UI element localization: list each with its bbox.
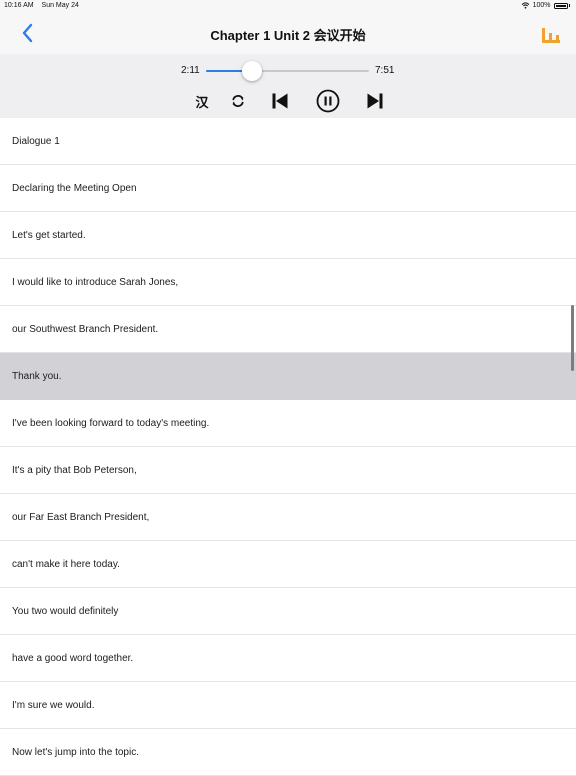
progress-slider[interactable] — [206, 61, 369, 81]
sentence-row[interactable]: can't make it here today. — [0, 541, 576, 588]
battery-percent: 100% — [532, 2, 551, 9]
sentence-row[interactable]: You two would definitely — [0, 588, 576, 635]
progress-thumb[interactable] — [241, 61, 262, 81]
sentence-text: I've been looking forward to today's mee… — [12, 418, 210, 429]
sentence-row[interactable]: Declaring the Meeting Open — [0, 165, 576, 212]
sentence-text: You two would definitely — [12, 606, 119, 617]
skip-next-icon — [367, 93, 383, 109]
navigation-bar: Chapter 1 Unit 2 会议开始 — [0, 12, 576, 54]
sentence-row[interactable]: Let's get started. — [0, 212, 576, 259]
current-time: 2:11 — [181, 65, 200, 76]
sentence-text: Declaring the Meeting Open — [12, 183, 137, 194]
repeat-icon — [232, 95, 244, 107]
sentence-row[interactable]: I would like to introduce Sarah Jones, — [0, 259, 576, 306]
sentence-text: Now let's jump into the topic. — [12, 747, 139, 758]
sentence-text: It's a pity that Bob Peterson, — [12, 465, 137, 476]
sentence-text: have a good word together. — [12, 653, 134, 664]
sentence-text: Thank you. — [12, 371, 62, 382]
sentence-row[interactable]: our Southwest Branch President. — [0, 306, 576, 353]
audio-player: 2:11 7:51 汉 — [0, 54, 576, 118]
chinese-toggle-button[interactable]: 汉 — [193, 90, 211, 112]
pause-button[interactable] — [316, 89, 340, 113]
sentence-row[interactable]: have a good word together. — [0, 635, 576, 682]
sentence-text: Let's get started. — [12, 230, 86, 241]
sentence-row[interactable]: It's a pity that Bob Peterson, — [0, 447, 576, 494]
sentence-row[interactable]: I'm sure we would. — [0, 682, 576, 729]
sentence-text: our Far East Branch President, — [12, 512, 150, 523]
levels-icon[interactable] — [540, 23, 562, 45]
battery-tip — [568, 4, 570, 7]
sentence-row[interactable]: our Far East Branch President, — [0, 494, 576, 541]
sentence-row[interactable]: I've been looking forward to today's mee… — [0, 400, 576, 447]
total-time: 7:51 — [375, 65, 395, 76]
sentence-text: our Southwest Branch President. — [12, 324, 159, 335]
next-button[interactable] — [365, 90, 385, 112]
scroll-indicator[interactable] — [571, 305, 574, 371]
page-title: Chapter 1 Unit 2 会议开始 — [210, 28, 366, 43]
sentence-text: I'm sure we would. — [12, 700, 95, 711]
sentence-row[interactable]: Now let's jump into the topic. — [0, 729, 576, 776]
sentence-list: Dialogue 1 Declaring the Meeting Open Let'… — [0, 118, 576, 776]
skip-previous-icon — [272, 93, 288, 109]
status-date: Sun May 24 — [41, 2, 79, 9]
sentence-text: can't make it here today. — [12, 559, 120, 570]
sentence-text: Dialogue 1 — [12, 136, 60, 147]
wifi-icon — [521, 2, 529, 9]
status-bar: 10:16 AM Sun May 24 100% — [0, 0, 576, 12]
sentence-row[interactable]: Dialogue 1 — [0, 118, 576, 165]
pause-circle-icon — [316, 89, 340, 113]
sentence-row[interactable]: Thank you. — [0, 353, 576, 400]
sentence-text: I would like to introduce Sarah Jones, — [12, 277, 179, 288]
battery-icon — [553, 2, 568, 9]
status-time: 10:16 AM — [4, 2, 34, 9]
repeat-button[interactable] — [229, 90, 247, 112]
previous-button[interactable] — [270, 90, 290, 112]
